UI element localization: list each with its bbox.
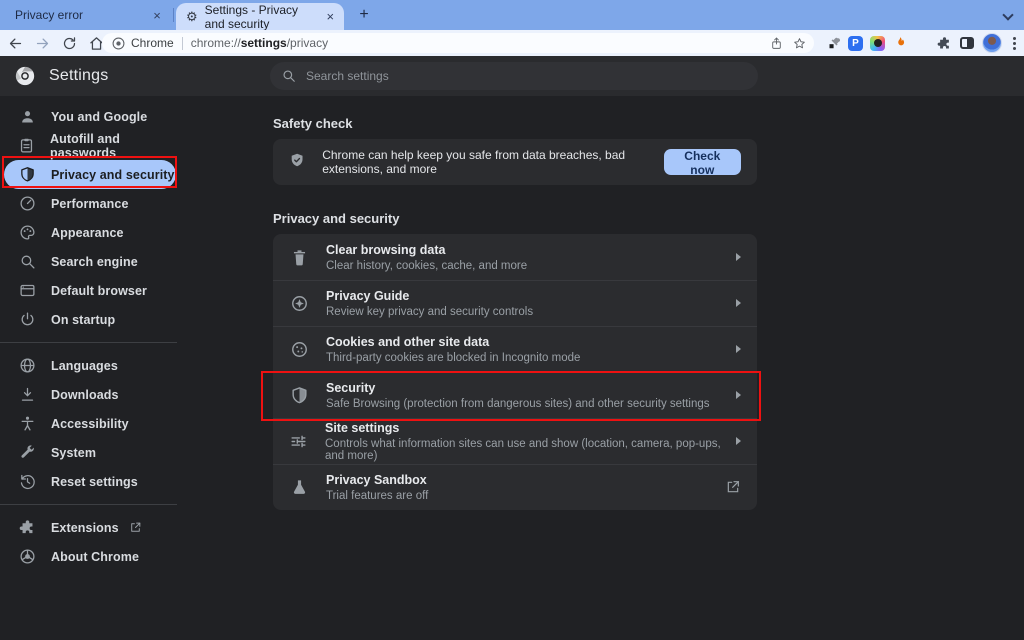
puzzle-icon (18, 519, 36, 537)
sidebar-item-accessibility[interactable]: Accessibility (4, 409, 176, 438)
settings-content: Safety check Chrome can help keep you sa… (273, 96, 757, 510)
search-icon (18, 253, 36, 271)
person-icon (18, 108, 36, 126)
sidebar-item-appearance[interactable]: Appearance (4, 218, 176, 247)
row-privacy-sandbox[interactable]: Privacy Sandbox Trial features are off (273, 464, 757, 510)
reload-button[interactable] (57, 32, 81, 54)
open-in-new-icon (129, 521, 142, 534)
close-icon[interactable]: × (149, 7, 165, 23)
url-prefix: chrome:// (191, 36, 241, 50)
page-title: Settings (49, 67, 108, 85)
sidebar-item-extensions[interactable]: Extensions (4, 513, 176, 542)
sidebar-item-languages[interactable]: Languages (4, 351, 176, 380)
translator-extension-icon[interactable]: P (848, 36, 863, 51)
stack-extension-icon[interactable] (915, 38, 929, 49)
sidebar-item-performance[interactable]: Performance (4, 189, 176, 218)
safety-check-text: Chrome can help keep you safe from data … (322, 148, 663, 176)
compass-icon (289, 293, 309, 313)
settings-header: Settings (0, 56, 1024, 96)
bookmark-star-icon[interactable] (793, 37, 806, 50)
tab-separator (173, 8, 174, 22)
sidebar-item-autofill[interactable]: Autofill and passwords (4, 131, 176, 160)
palette-icon (18, 224, 36, 242)
safety-check-heading: Safety check (273, 96, 757, 131)
power-icon (18, 311, 36, 329)
search-icon (282, 69, 296, 83)
search-input[interactable] (306, 69, 706, 83)
history-icon (18, 473, 36, 491)
chrome-badge-icon (112, 37, 125, 50)
shield-check-icon (289, 152, 305, 172)
sidebar-divider (0, 504, 177, 505)
tune-icon (289, 431, 308, 451)
side-panel-icon[interactable] (959, 35, 975, 51)
sidebar-item-about-chrome[interactable]: About Chrome (4, 542, 176, 571)
gear-icon: ⚙ (186, 10, 198, 23)
sidebar-item-default-browser[interactable]: Default browser (4, 276, 176, 305)
url-separator (182, 37, 183, 50)
wrench-icon (18, 444, 36, 462)
tab-settings[interactable]: ⚙ Settings - Privacy and security × (176, 3, 344, 30)
flask-icon (289, 477, 309, 497)
clipboard-icon (18, 137, 35, 155)
row-privacy-guide[interactable]: Privacy Guide Review key privacy and sec… (273, 280, 757, 326)
row-clear-browsing-data[interactable]: Clear browsing data Clear history, cooki… (273, 234, 757, 280)
sidebar-item-on-startup[interactable]: On startup (4, 305, 176, 334)
browser-toolbar: Chrome chrome://settings/privacy P (0, 30, 1024, 56)
settings-sidebar: You and Google Autofill and passwords Pr… (0, 96, 220, 571)
download-icon (18, 386, 36, 404)
chevron-right-icon (736, 253, 741, 261)
check-now-button[interactable]: Check now (664, 149, 741, 175)
flame-extension-icon[interactable] (892, 35, 908, 51)
browser-menu-icon[interactable] (1009, 37, 1020, 50)
accessibility-icon (18, 415, 36, 433)
shield-icon (18, 166, 36, 184)
privacy-settings-card: Clear browsing data Clear history, cooki… (273, 234, 757, 510)
sidebar-item-system[interactable]: System (4, 438, 176, 467)
globe-icon (18, 357, 36, 375)
tab-privacy-error[interactable]: Privacy error × (0, 0, 173, 30)
open-in-new-icon[interactable] (725, 479, 741, 495)
settings-search[interactable] (270, 62, 758, 90)
chevron-down-icon[interactable] (1004, 11, 1012, 19)
url-path: /privacy (287, 36, 328, 50)
chrome-logo-icon (14, 65, 36, 87)
chevron-right-icon (736, 391, 741, 399)
close-icon[interactable]: × (325, 9, 336, 25)
privacy-section-heading: Privacy and security (273, 185, 757, 226)
tab-strip: Privacy error × ⚙ Settings - Privacy and… (0, 0, 1024, 30)
shield-icon (289, 385, 309, 405)
extensions-puzzle-icon[interactable] (936, 35, 952, 51)
site-label: Chrome (131, 36, 174, 50)
trash-icon (289, 247, 309, 267)
tab-title: Settings - Privacy and security (205, 3, 319, 31)
sidebar-item-privacy-and-security[interactable]: Privacy and security (4, 160, 176, 189)
browser-window-icon (18, 282, 36, 300)
sidebar-item-you-and-google[interactable]: You and Google (4, 102, 176, 131)
cookie-icon (289, 339, 309, 359)
sidebar-item-search-engine[interactable]: Search engine (4, 247, 176, 276)
sidebar-item-reset-settings[interactable]: Reset settings (4, 467, 176, 496)
new-tab-button[interactable]: + (354, 5, 374, 25)
row-cookies[interactable]: Cookies and other site data Third-party … (273, 326, 757, 372)
chevron-right-icon (736, 345, 741, 353)
tab-title: Privacy error (15, 8, 143, 22)
forward-button[interactable] (30, 32, 54, 54)
url-host: settings (241, 36, 287, 50)
chevron-right-icon (736, 299, 741, 307)
row-security[interactable]: Security Safe Browsing (protection from … (273, 372, 757, 418)
sidebar-divider (0, 342, 177, 343)
url-bar[interactable]: Chrome chrome://settings/privacy (102, 33, 814, 53)
chrome-logo-icon (18, 548, 36, 566)
back-button[interactable] (3, 32, 27, 54)
chevron-right-icon (736, 437, 741, 445)
sidebar-item-downloads[interactable]: Downloads (4, 380, 176, 409)
speedometer-icon (18, 195, 36, 213)
color-picker-extension-icon[interactable] (825, 35, 841, 51)
row-site-settings[interactable]: Site settings Controls what information … (273, 418, 757, 464)
profile-avatar[interactable] (982, 33, 1002, 53)
safety-check-card: Chrome can help keep you safe from data … (273, 139, 757, 185)
camera-extension-icon[interactable] (870, 36, 885, 51)
share-icon[interactable] (770, 37, 783, 50)
